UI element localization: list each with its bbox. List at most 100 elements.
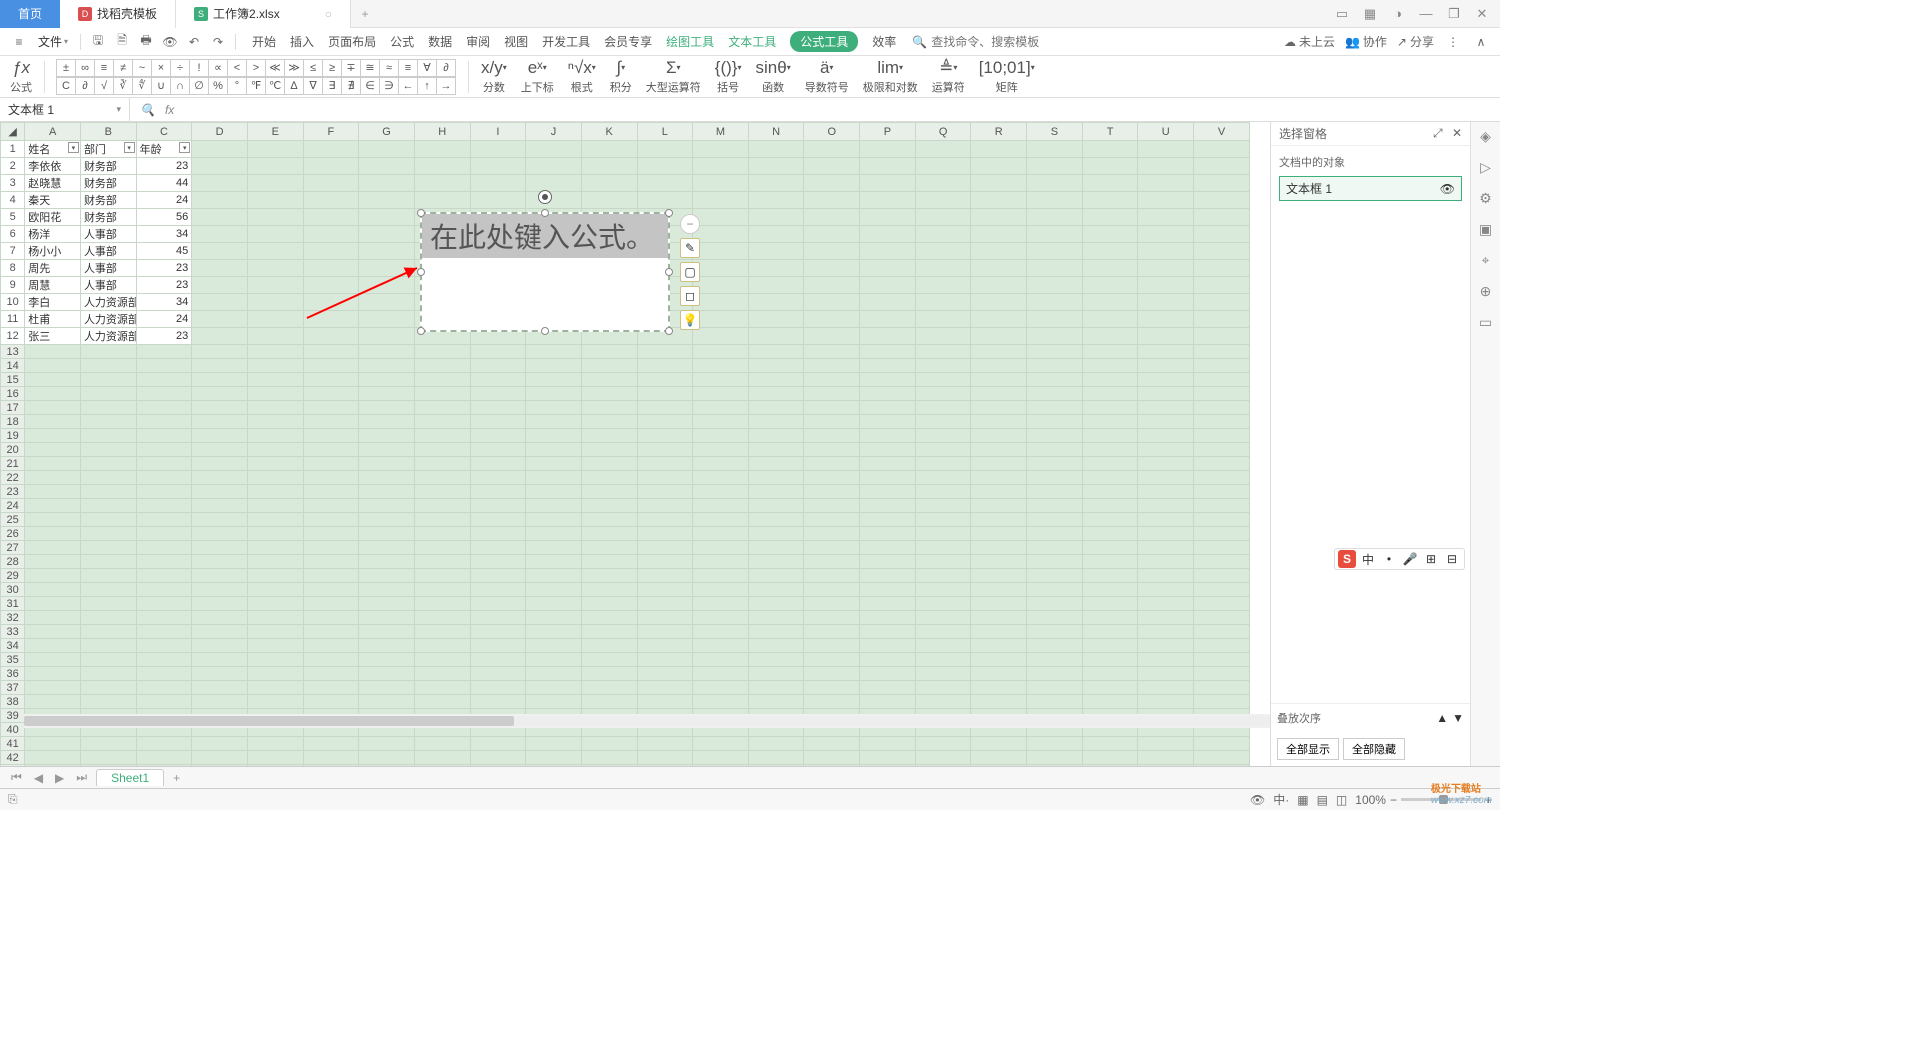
cell[interactable] — [247, 328, 303, 345]
cell[interactable] — [136, 387, 192, 401]
cell[interactable] — [860, 175, 916, 192]
cell[interactable] — [80, 499, 136, 513]
col-header[interactable]: B — [80, 123, 136, 141]
cell[interactable] — [192, 415, 248, 429]
ime-punct[interactable]: • — [1380, 550, 1398, 568]
cell[interactable] — [359, 359, 415, 373]
cell[interactable] — [1082, 141, 1138, 158]
cell[interactable]: 财务部 — [80, 175, 136, 192]
cell[interactable] — [804, 294, 860, 311]
cell[interactable] — [192, 611, 248, 625]
cell[interactable] — [80, 639, 136, 653]
cell[interactable] — [581, 471, 637, 485]
cell[interactable] — [247, 260, 303, 277]
cell[interactable] — [1082, 359, 1138, 373]
cell[interactable] — [693, 541, 749, 555]
cell[interactable] — [414, 541, 470, 555]
cell[interactable] — [804, 345, 860, 359]
cell[interactable] — [526, 373, 582, 387]
cell[interactable] — [192, 527, 248, 541]
cell[interactable] — [25, 681, 81, 695]
cell[interactable] — [971, 751, 1027, 765]
row-header[interactable]: 38 — [1, 695, 25, 709]
cell[interactable] — [748, 429, 804, 443]
cell[interactable] — [804, 667, 860, 681]
cell[interactable] — [25, 639, 81, 653]
col-header[interactable]: H — [414, 123, 470, 141]
cell[interactable] — [581, 359, 637, 373]
strip-layers-icon[interactable]: ▣ — [1479, 221, 1492, 238]
cell[interactable] — [971, 457, 1027, 471]
cell[interactable] — [80, 555, 136, 569]
select-all[interactable]: ◢ — [1, 123, 25, 141]
cell[interactable] — [470, 625, 526, 639]
cell[interactable]: 杨小小 — [25, 243, 81, 260]
float-edit-icon[interactable]: ✎ — [680, 238, 700, 258]
cloud-status[interactable]: ☁未上云 — [1284, 33, 1335, 50]
ime-voice-icon[interactable]: 🎤 — [1401, 550, 1419, 568]
cell[interactable] — [581, 583, 637, 597]
row-header[interactable]: 10 — [1, 294, 25, 311]
cell[interactable]: 财务部 — [80, 192, 136, 209]
cell[interactable] — [637, 541, 693, 555]
cell[interactable] — [1194, 345, 1250, 359]
cell[interactable] — [915, 192, 971, 209]
tab-home[interactable]: 首页 — [0, 0, 60, 28]
cell[interactable] — [414, 457, 470, 471]
cell[interactable] — [136, 569, 192, 583]
cell[interactable] — [1082, 499, 1138, 513]
cell[interactable] — [748, 695, 804, 709]
cell[interactable] — [25, 429, 81, 443]
sheet-nav-last[interactable]: ⏭ — [73, 770, 90, 785]
cell[interactable] — [247, 401, 303, 415]
cell[interactable] — [192, 401, 248, 415]
cell[interactable] — [693, 373, 749, 387]
row-header[interactable]: 36 — [1, 667, 25, 681]
col-header[interactable]: U — [1138, 123, 1194, 141]
cell[interactable] — [804, 597, 860, 611]
cell[interactable] — [693, 597, 749, 611]
cell[interactable] — [1027, 765, 1083, 767]
cell[interactable] — [1027, 597, 1083, 611]
symbol-button[interactable]: ∂ — [436, 59, 456, 77]
cell[interactable] — [526, 401, 582, 415]
maximize-icon[interactable]: ❐ — [1444, 6, 1464, 22]
symbol-button[interactable]: ∩ — [170, 77, 190, 95]
row-header[interactable]: 31 — [1, 597, 25, 611]
cell[interactable] — [748, 681, 804, 695]
cell[interactable] — [804, 513, 860, 527]
cell[interactable] — [470, 639, 526, 653]
cell[interactable] — [303, 158, 359, 175]
cell[interactable] — [303, 681, 359, 695]
strip-book-icon[interactable]: ▭ — [1479, 314, 1492, 331]
symbol-button[interactable]: ∝ — [208, 59, 228, 77]
more-icon[interactable]: ⋮ — [1444, 33, 1462, 51]
cell[interactable] — [804, 583, 860, 597]
cell[interactable] — [1082, 583, 1138, 597]
cell[interactable] — [581, 345, 637, 359]
cell[interactable] — [1082, 765, 1138, 767]
cell[interactable] — [80, 429, 136, 443]
cell[interactable] — [359, 387, 415, 401]
cell[interactable] — [860, 192, 916, 209]
cell[interactable] — [581, 639, 637, 653]
row-header[interactable]: 30 — [1, 583, 25, 597]
cell[interactable] — [637, 359, 693, 373]
row-header[interactable]: 32 — [1, 611, 25, 625]
cell[interactable] — [860, 457, 916, 471]
cell[interactable]: 23 — [136, 277, 192, 294]
cell[interactable] — [1082, 513, 1138, 527]
cell[interactable] — [414, 667, 470, 681]
col-header[interactable]: J — [526, 123, 582, 141]
cell[interactable] — [247, 667, 303, 681]
cell[interactable] — [915, 158, 971, 175]
row-header[interactable]: 43 — [1, 765, 25, 767]
cell[interactable] — [359, 209, 415, 226]
cell[interactable] — [359, 695, 415, 709]
cell[interactable] — [247, 513, 303, 527]
h-scrollbar[interactable] — [24, 714, 1270, 728]
symbol-button[interactable]: ∜ — [132, 77, 152, 95]
cell[interactable] — [359, 751, 415, 765]
cell[interactable] — [915, 260, 971, 277]
cell[interactable] — [303, 294, 359, 311]
